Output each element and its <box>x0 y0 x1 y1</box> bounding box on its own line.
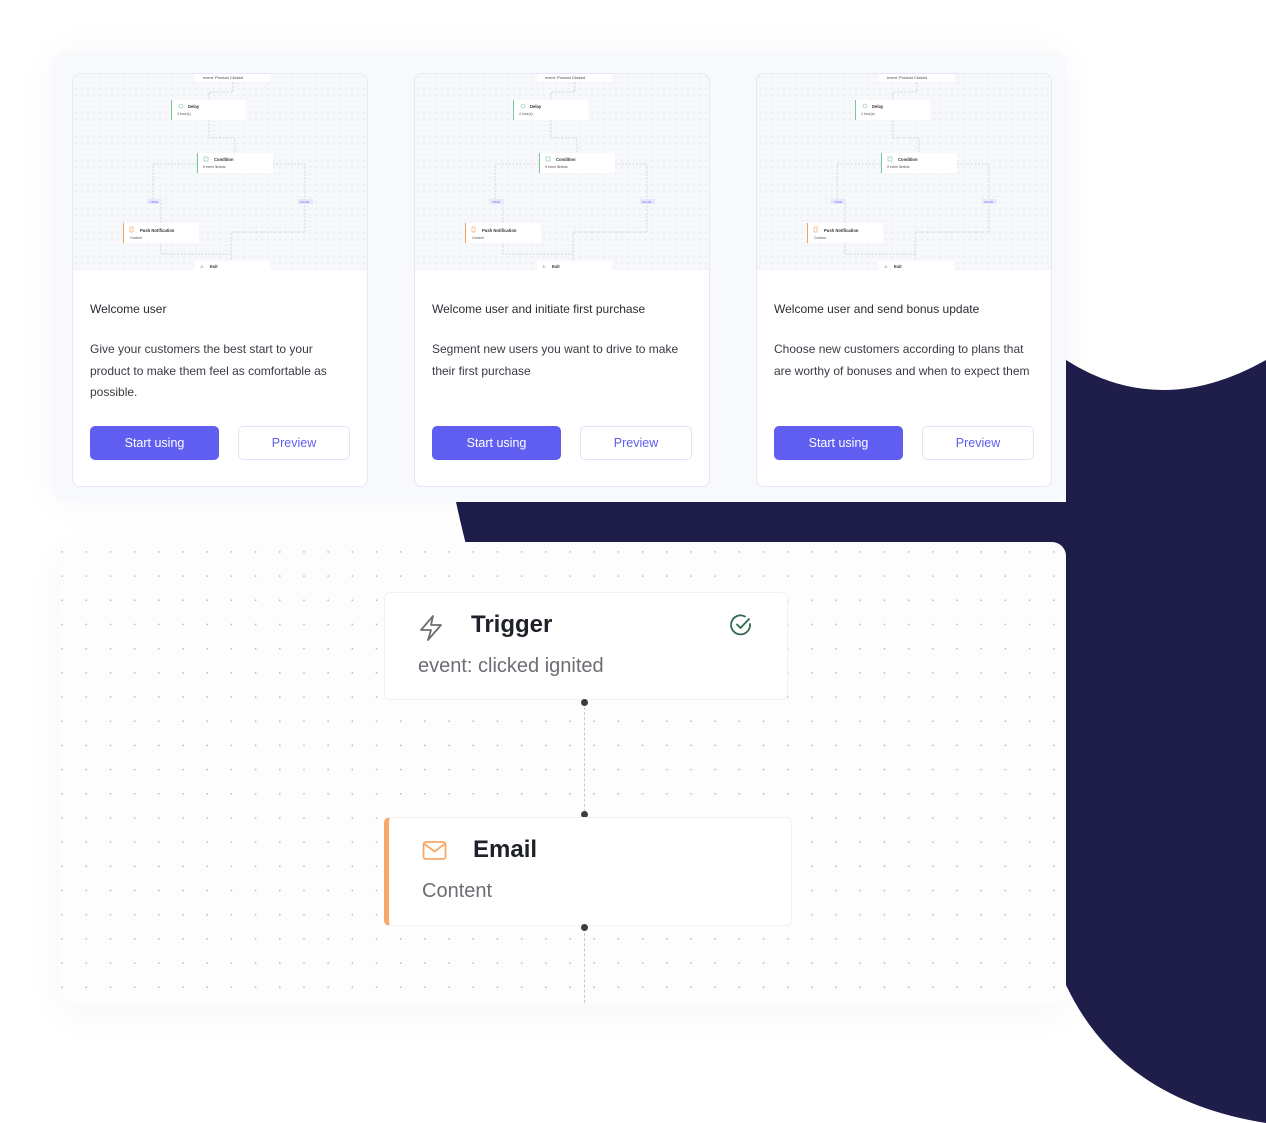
diagram-true-label: TRUE <box>150 200 158 204</box>
start-using-button[interactable]: Start using <box>90 426 219 460</box>
diagram-condition-sub: If event $exists <box>203 165 226 169</box>
diagram-push-title: Push Notification <box>140 228 175 233</box>
diagram-delay-title: Delay <box>188 104 200 109</box>
start-using-button[interactable]: Start using <box>774 426 903 460</box>
template-title: Welcome user and send bonus update <box>774 302 980 316</box>
diagram-delay-sub: 4 hour(s) <box>519 112 533 116</box>
preview-button[interactable]: Preview <box>922 426 1034 460</box>
diagram-condition-title: Condition <box>898 157 918 162</box>
template-description: Choose new customers according to plans … <box>774 342 1030 378</box>
diagram-trigger: event: Product Clicked <box>545 75 585 80</box>
svg-text:⚠: ⚠ <box>542 264 546 269</box>
template-card: event: Product Clicked Delay 4 hour(s) C… <box>414 73 710 487</box>
flow-preview-thumbnail: event: Product Clicked Delay 4 hour(s) C… <box>415 74 709 270</box>
diagram-true-label: TRUE <box>492 200 500 204</box>
email-subtitle: Content <box>422 880 493 902</box>
flow-preview-thumbnail: event: Product Clicked Delay 4 hour(s) C… <box>757 74 1051 270</box>
diagram-exit-title: Exit <box>552 264 560 269</box>
preview-button[interactable]: Preview <box>238 426 350 460</box>
envelope-icon <box>422 840 448 867</box>
check-circle-icon <box>729 613 753 642</box>
diagram-delay-sub: 4 hour(s) <box>861 112 875 116</box>
connector-line <box>584 702 585 812</box>
diagram-trigger: event: Product Clicked <box>887 75 927 80</box>
diagram-true-label: TRUE <box>834 200 842 204</box>
trigger-node[interactable]: Trigger event: clicked ignited <box>384 592 788 700</box>
diagram-push-title: Push Notification <box>824 228 859 233</box>
diagram-false-label: FALSE <box>300 200 309 204</box>
diagram-delay-title: Delay <box>530 104 542 109</box>
flow-canvas: Trigger event: clicked ignited Email Con… <box>60 542 1066 1004</box>
preview-button[interactable]: Preview <box>580 426 692 460</box>
template-description: Segment new users you want to drive to m… <box>432 342 679 378</box>
diagram-false-label: FALSE <box>642 200 651 204</box>
diagram-push-title: Push Notification <box>482 228 517 233</box>
connector-handle[interactable] <box>581 699 588 706</box>
diagram-trigger: event: Product Clicked <box>203 75 243 80</box>
svg-text:⚠: ⚠ <box>884 264 888 269</box>
diagram-push-sub: Content <box>130 236 142 240</box>
svg-text:⚠: ⚠ <box>200 264 204 269</box>
connector-line <box>584 928 585 1004</box>
lightning-icon <box>419 615 443 646</box>
diagram-delay-sub: 4 hour(s) <box>177 112 191 116</box>
email-node[interactable]: Email Content <box>384 817 792 926</box>
trigger-subtitle: event: clicked ignited <box>418 655 604 677</box>
diagram-condition-title: Condition <box>214 157 234 162</box>
connector-handle[interactable] <box>581 924 588 931</box>
diagram-condition-sub: If event $exists <box>545 165 568 169</box>
flow-preview-thumbnail: event: Product Clicked Delay 4 hour(s) C… <box>73 74 367 270</box>
template-description: Give your customers the best start to yo… <box>90 342 327 399</box>
start-using-button[interactable]: Start using <box>432 426 561 460</box>
diagram-push-sub: Content <box>814 236 826 240</box>
diagram-condition-sub: If event $exists <box>887 165 910 169</box>
diagram-exit-title: Exit <box>210 264 218 269</box>
diagram-delay-title: Delay <box>872 104 884 109</box>
template-title: Welcome user and initiate first purchase <box>432 302 646 316</box>
diagram-false-label: FALSE <box>984 200 993 204</box>
email-title: Email <box>473 836 538 863</box>
diagram-push-sub: Content <box>472 236 484 240</box>
template-title: Welcome user <box>90 302 167 316</box>
template-card: event: Product Clicked Delay 4 hour(s) C… <box>72 73 368 487</box>
diagram-exit-title: Exit <box>894 264 902 269</box>
template-card: event: Product Clicked Delay 4 hour(s) C… <box>756 73 1052 487</box>
trigger-title: Trigger <box>471 611 553 638</box>
diagram-condition-title: Condition <box>556 157 576 162</box>
